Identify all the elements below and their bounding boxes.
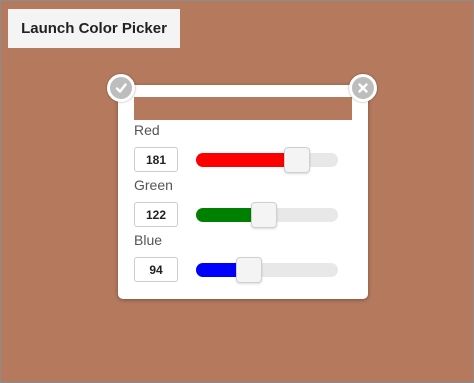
confirm-button[interactable]	[107, 74, 135, 102]
red-slider-thumb[interactable]	[284, 147, 310, 173]
page-background: Launch Color Picker Red 181 Green 122 Bl…	[0, 0, 474, 383]
green-slider[interactable]	[196, 202, 338, 228]
green-value-field[interactable]: 122	[134, 202, 178, 227]
color-picker-dialog: Red 181 Green 122 Blue 94	[107, 74, 377, 299]
red-slider-fill	[196, 153, 297, 167]
blue-label: Blue	[134, 232, 163, 248]
blue-value-field[interactable]: 94	[134, 257, 178, 282]
color-preview-swatch	[134, 97, 352, 120]
blue-slider[interactable]	[196, 257, 338, 283]
close-icon	[358, 83, 368, 93]
check-icon	[115, 83, 127, 93]
red-label: Red	[134, 122, 160, 138]
launch-color-picker-button[interactable]: Launch Color Picker	[8, 9, 180, 48]
green-label: Green	[134, 177, 173, 193]
red-value-field[interactable]: 181	[134, 147, 178, 172]
close-button[interactable]	[349, 74, 377, 102]
green-slider-thumb[interactable]	[251, 202, 277, 228]
blue-slider-thumb[interactable]	[236, 257, 262, 283]
red-slider[interactable]	[196, 147, 338, 173]
